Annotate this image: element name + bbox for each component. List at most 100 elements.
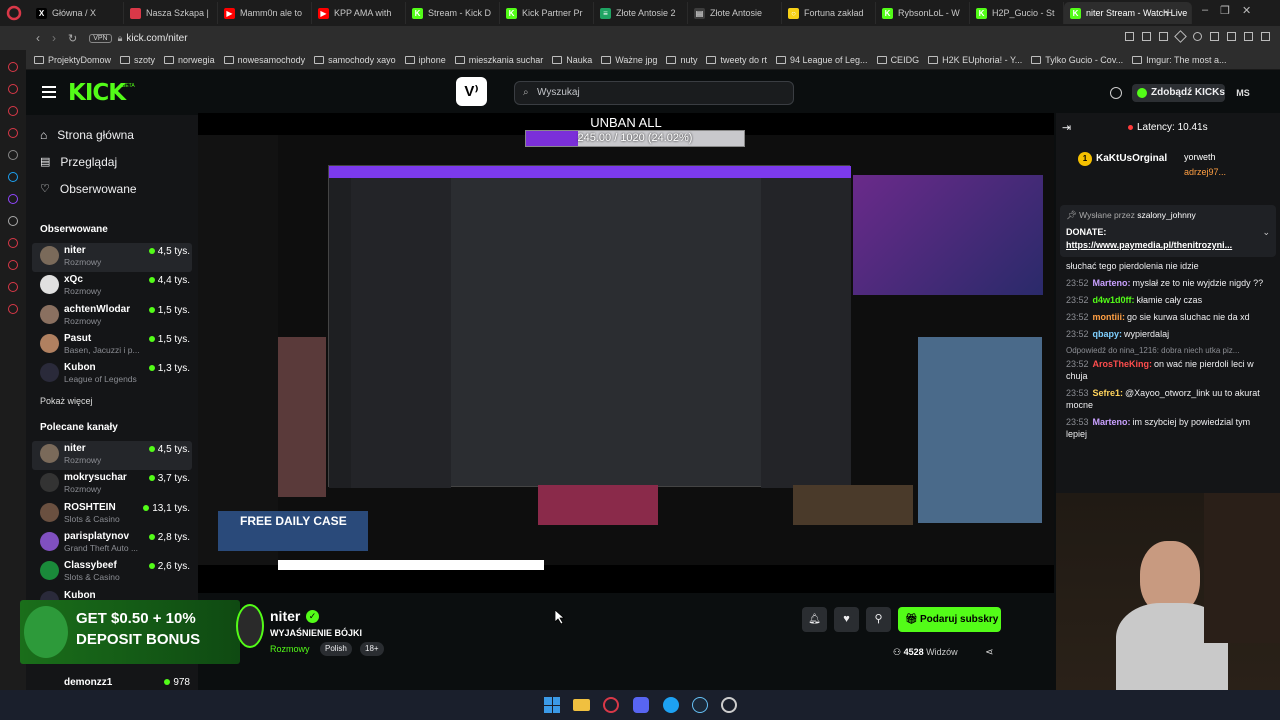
pinned-link[interactable]: https://www.paymedia.pl/thenitrozyni... <box>1066 240 1262 250</box>
search-input[interactable]: ⌕ Wyszukaj <box>514 81 794 105</box>
bookmark-item[interactable]: Ważne jpg <box>601 55 657 65</box>
sidebar-clock-icon[interactable] <box>8 260 18 270</box>
hamburger-menu-icon[interactable] <box>42 86 56 98</box>
chat-username[interactable]: montiii: <box>1093 312 1126 322</box>
maximize-button[interactable]: ❐ <box>1220 4 1230 20</box>
sidebar-channel-roshtein[interactable]: ROSHTEIN Slots & Casino 13,1 tys. <box>32 500 192 529</box>
sidebar-music-icon[interactable] <box>8 238 18 248</box>
browser-tab[interactable]: ≡ Złote Antosie 2 <box>594 2 688 24</box>
opera-logo-icon[interactable] <box>6 5 22 21</box>
chat-username[interactable]: Sefre1: <box>1093 388 1124 398</box>
sidebar-channel-achtenwlodar[interactable]: achtenWlodar Rozmowy 1,5 tys. <box>32 302 192 331</box>
bookmark-item[interactable]: nuty <box>666 55 697 65</box>
chat-username[interactable]: qbapy: <box>1093 329 1123 339</box>
file-explorer-icon[interactable] <box>573 699 590 711</box>
nav-home[interactable]: ⌂ Strona główna <box>26 121 198 148</box>
chat-username[interactable]: d4w1d0ff: <box>1093 295 1135 305</box>
wallet-icon[interactable] <box>1227 32 1236 41</box>
chat-username[interactable]: Marteno: <box>1093 278 1131 288</box>
notification-bell-button[interactable]: 🔔︎ <box>802 607 827 632</box>
close-window-button[interactable]: ✕ <box>1242 4 1251 20</box>
chat-username[interactable]: Marteno: <box>1093 417 1131 427</box>
sidebar-home-icon[interactable] <box>8 62 18 72</box>
bookmark-icon[interactable] <box>1125 32 1134 41</box>
bookmark-item[interactable]: norwegia <box>164 55 215 65</box>
browser-tab[interactable]: K Kick Partner Pr <box>500 2 594 24</box>
share-clip-button[interactable]: ⚲ <box>866 607 891 632</box>
forward-button[interactable]: › <box>52 31 56 45</box>
sidebar-messenger-icon[interactable] <box>8 172 18 182</box>
extensions-icon[interactable] <box>1210 32 1219 41</box>
bookmark-item[interactable]: Imgur: The most a... <box>1132 55 1227 65</box>
sidebar-channel-pasut[interactable]: Pasut Basen, Jacuzzi i p... 1,5 tys. <box>32 331 192 360</box>
sidebar-bag-icon[interactable] <box>8 106 18 116</box>
kick-logo[interactable]: KICK <box>68 80 126 106</box>
sidebar-channel-classybeef[interactable]: Classybeef Slots & Casino 2,6 tys. <box>32 558 192 587</box>
browser-tab[interactable]: Nasza Szkapa | <box>124 2 218 24</box>
browser-tab[interactable]: K H2P_Gucio - St <box>970 2 1064 24</box>
browser-tab[interactable]: K RybsonLoL - W <box>876 2 970 24</box>
sidebar-settings-icon[interactable] <box>8 304 18 314</box>
sidebar-channel-xqc[interactable]: xQc Rozmowy 4,4 tys. <box>32 272 192 301</box>
video-player[interactable]: FREE DAILY CASE UNBAN ALL 245.00 / 1020 … <box>198 113 1054 593</box>
sidebar-history-icon[interactable] <box>8 84 18 94</box>
vpn-badge[interactable]: VPN <box>89 33 112 43</box>
bookmark-item[interactable]: Tylko Gucio - Cov... <box>1031 55 1123 65</box>
back-button[interactable]: ‹ <box>36 31 40 45</box>
top-gifter-3[interactable]: adrzej97... <box>1184 167 1226 177</box>
bookmark-item[interactable]: tweety do rt <box>706 55 767 65</box>
bookmark-item[interactable]: iphone <box>404 55 446 65</box>
url-field[interactable]: kick.com/niter <box>126 33 187 44</box>
sidebar-arrow-icon[interactable] <box>8 150 18 160</box>
sidebar-channel-parisplatynov[interactable]: parisplatynov Grand Theft Auto ... 2,8 tys… <box>32 529 192 558</box>
stream-category[interactable]: Rozmowy <box>270 644 310 654</box>
browser-tab[interactable]: X Główna / X <box>30 2 124 24</box>
bookmark-item[interactable]: Nauka <box>552 55 592 65</box>
browser-tab[interactable]: ▶ KPP AMA with <box>312 2 406 24</box>
bookmark-item[interactable]: H2K EUphoria! - Y... <box>928 55 1022 65</box>
collapse-chat-icon[interactable]: ⇥ <box>1062 121 1071 134</box>
browser-tab[interactable]: K Stream - Kick D <box>406 2 500 24</box>
reload-button[interactable]: ↻ <box>68 32 77 45</box>
discord-taskbar-icon[interactable] <box>633 697 649 713</box>
bookmark-item[interactable]: samochody xayo <box>314 55 396 65</box>
top-gifter-2[interactable]: yorweth <box>1184 152 1216 162</box>
sidebar-x-icon[interactable] <box>8 216 18 226</box>
bookmark-item[interactable]: mieszkania suchar <box>454 55 543 65</box>
bookmark-item[interactable]: ProjektyDomow <box>34 55 111 65</box>
nav-browse[interactable]: ▤ Przeglądaj <box>26 148 198 175</box>
menu-icon[interactable] <box>1261 32 1270 41</box>
show-more-link[interactable]: Pokaż więcej <box>40 396 93 406</box>
sponsor-logo-icon[interactable]: V⁾ <box>456 77 487 106</box>
browser-tab[interactable]: ▶ Mamm0n ale to <box>218 2 312 24</box>
minimize-button[interactable]: – <box>1202 4 1208 20</box>
chat-username[interactable]: ArosTheKing: <box>1093 359 1153 369</box>
sidebar-shop-icon[interactable] <box>8 128 18 138</box>
user-avatar[interactable]: MS <box>1234 84 1252 102</box>
mystery-drops-icon[interactable] <box>1110 87 1122 99</box>
pinned-expand-icon[interactable]: ⌄ <box>1262 227 1270 238</box>
follow-heart-button[interactable]: ♥ <box>834 607 859 632</box>
send-icon[interactable] <box>1174 30 1187 43</box>
get-kicks-button[interactable]: Zdobądź KICKs <box>1132 84 1225 102</box>
cast-icon[interactable] <box>1159 32 1168 41</box>
stream-tag-age[interactable]: 18+ <box>360 642 384 656</box>
browser-tab[interactable]: ○ Fortuna zakład <box>782 2 876 24</box>
sidebar-channel-mokrysuchar[interactable]: mokrysuchar Rozmowy 3,7 tys. <box>32 470 192 499</box>
share-icon[interactable]: ⋖ <box>985 647 993 658</box>
browser-tab[interactable]: ▤ Złote Antosie <box>688 2 782 24</box>
channel-avatar[interactable] <box>236 604 264 648</box>
sidebar-channel-kubon[interactable]: Kubon League of Legends 1,3 tys. <box>32 360 192 389</box>
windows-start-icon[interactable] <box>544 697 560 713</box>
sponsor-ad-banner[interactable]: GET $0.50 + 10% DEPOSIT BONUS <box>20 600 240 664</box>
new-tab-button[interactable]: + <box>1164 5 1176 19</box>
bookmark-item[interactable]: szoty <box>120 55 155 65</box>
bookmark-item[interactable]: CEIDG <box>876 55 919 65</box>
heart-icon[interactable] <box>1193 32 1202 41</box>
top-gifter-1[interactable]: 1 KaKtUsOrginal <box>1078 152 1167 166</box>
steam-taskbar-icon[interactable] <box>692 697 708 713</box>
gift-subscription-button[interactable]: 🎁︎ Podaruj subskry <box>898 607 1001 632</box>
sidebar-channel-niter[interactable]: niter Rozmowy 4,5 tys. <box>32 441 192 470</box>
channel-name[interactable]: niter <box>270 608 300 624</box>
sidebar-channel-niter[interactable]: niter Rozmowy 4,5 tys. <box>32 243 192 272</box>
